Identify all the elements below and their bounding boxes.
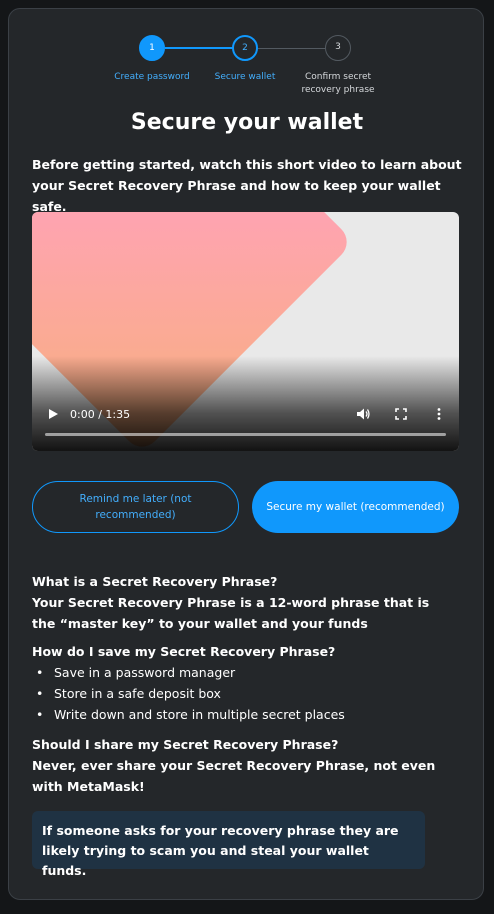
- faq-section-2: How do I save my Secret Recovery Phrase?…: [32, 641, 472, 725]
- fullscreen-icon[interactable]: [395, 408, 407, 420]
- step-2-label: Secure wallet: [214, 72, 276, 82]
- progress-stepper: 1 2 3 Create password Secure wallet Conf…: [0, 0, 494, 100]
- volume-icon[interactable]: [356, 407, 370, 421]
- video-time: 0:00 / 1:35: [70, 408, 131, 421]
- video-controls-backdrop: [32, 356, 459, 451]
- scam-warning-banner: If someone asks for your recovery phrase…: [32, 811, 425, 878]
- intro-text: Before getting started, watch this short…: [32, 157, 462, 214]
- step-1-number: 1: [149, 43, 155, 53]
- remind-label-line2: recommended): [95, 509, 176, 521]
- play-icon[interactable]: [47, 408, 59, 420]
- remind-me-later-button[interactable]: Remind me later (not recommended): [32, 481, 239, 533]
- faq-answer-3: Never, ever share your Secret Recovery P…: [32, 758, 436, 794]
- faq-answer-2-list: Save in a password manager Store in a sa…: [32, 662, 472, 725]
- step-1-indicator: 1: [139, 35, 165, 61]
- remind-label-line1: Remind me later (not: [79, 493, 192, 505]
- faq-question-3: Should I share my Secret Recovery Phrase…: [32, 737, 339, 752]
- step-2-number: 2: [242, 43, 248, 53]
- list-item: Store in a safe deposit box: [32, 683, 472, 704]
- faq-section-1: What is a Secret Recovery Phrase? Your S…: [32, 571, 452, 634]
- list-item: Write down and store in multiple secret …: [32, 704, 472, 725]
- step-connector-1: [165, 47, 234, 49]
- list-item: Save in a password manager: [32, 662, 472, 683]
- video-player[interactable]: 0:00 / 1:35: [32, 212, 459, 451]
- faq-question-1: What is a Secret Recovery Phrase?: [32, 574, 278, 589]
- faq-question-2: How do I save my Secret Recovery Phrase?: [32, 644, 336, 659]
- step-3-label: Confirm secret recovery phrase: [283, 71, 393, 97]
- step-2-indicator: 2: [232, 35, 258, 61]
- step-3-label-line1: Confirm secret: [304, 72, 372, 82]
- faq-answer-1: Your Secret Recovery Phrase is a 12-word…: [32, 595, 430, 631]
- secure-my-wallet-button[interactable]: Secure my wallet (recommended): [252, 481, 459, 533]
- video-progress-bar[interactable]: [45, 433, 446, 436]
- step-3-number: 3: [335, 42, 341, 52]
- step-3-indicator: 3: [325, 35, 351, 61]
- step-3-label-line2: recovery phrase: [301, 85, 375, 95]
- step-connector-2: [258, 48, 325, 49]
- more-options-icon[interactable]: [436, 407, 442, 421]
- faq-section-3: Should I share my Secret Recovery Phrase…: [32, 734, 462, 797]
- page-title: Secure your wallet: [130, 110, 364, 135]
- secure-label: Secure my wallet (recommended): [266, 501, 445, 513]
- step-1-label: Create password: [114, 72, 190, 82]
